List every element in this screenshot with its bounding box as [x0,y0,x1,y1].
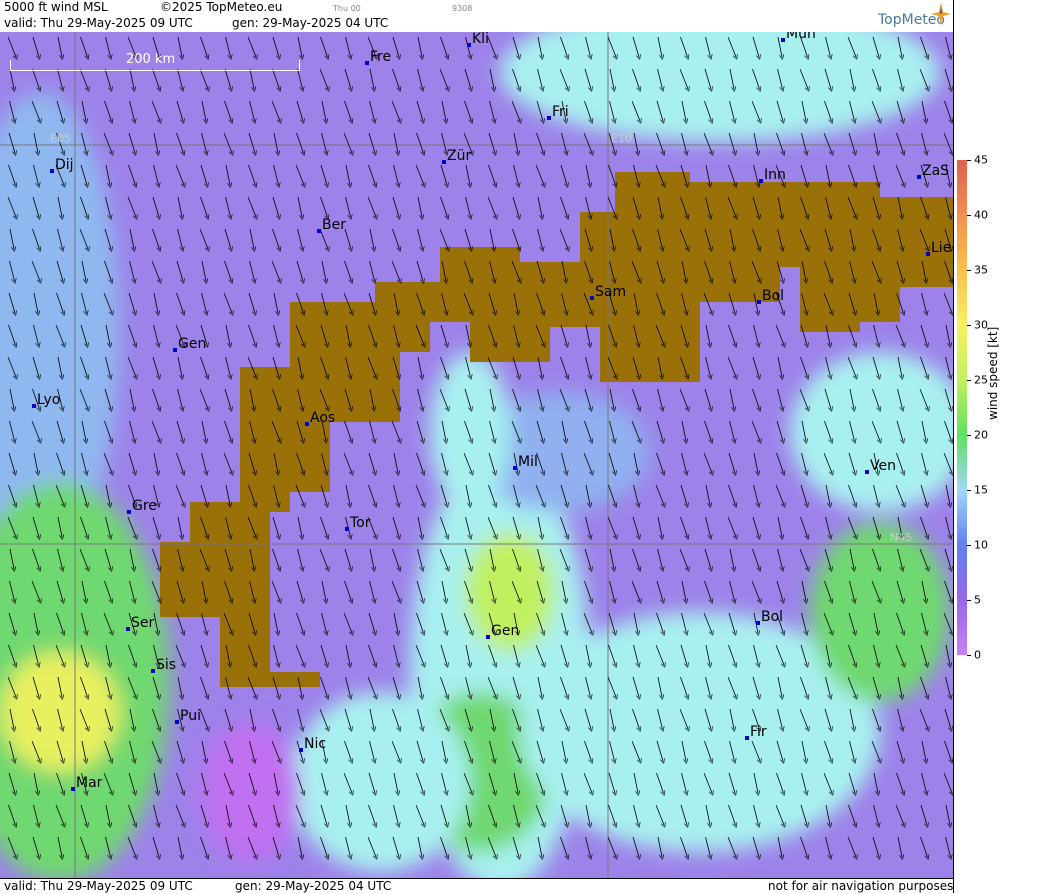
copyright: ©2025 TopMeteo.eu [160,0,283,14]
city-label[interactable]: Inn [759,167,786,183]
footer-note: not for air navigation purposes [768,879,954,893]
city-label[interactable]: Fir [745,724,767,740]
legend-tick-label: 20 [974,428,988,442]
legend-tick-label: 40 [974,208,988,222]
valid-time: valid: Thu 29-May-2025 09 UTC [4,16,193,30]
city-label[interactable]: Bol [757,288,784,304]
legend-tick-mark [967,325,971,326]
legend-tick-mark [967,160,971,161]
city-label[interactable]: Fri [547,104,569,120]
city-label[interactable]: Ser [126,615,154,631]
city-label[interactable]: Zür [442,148,471,164]
legend-tick-mark [967,490,971,491]
header-bar: 5000 ft wind MSL ©2025 TopMeteo.eu Thu 0… [0,0,953,33]
city-label[interactable]: Dij [50,157,74,173]
generated-time: gen: 29-May-2025 04 UTC [232,16,389,30]
small-label-2: 9308 [452,4,473,13]
city-label[interactable]: Mar [71,775,102,791]
city-label[interactable]: Bol [756,609,783,625]
city-label[interactable]: Lyo [32,392,60,408]
city-label[interactable]: Nic [299,736,326,752]
city-label[interactable]: Sis [151,657,176,673]
city-label[interactable]: Kli [467,32,489,47]
legend-tick-mark [967,545,971,546]
city-label[interactable]: Gen [486,623,519,639]
city-label[interactable]: Sam [590,284,626,300]
legend-tick-label: 45 [974,153,988,167]
grid-label-e10: E10 [611,132,632,145]
legend-tick-mark [967,655,971,656]
compass-logo-icon [931,2,951,26]
legend-tick-mark [967,270,971,271]
city-label[interactable]: Mün [781,32,816,42]
grid-label-e05: E05 [50,132,71,145]
legend-panel: 45 40 35 30 25 20 15 10 5 0 wind speed [kt] [953,0,1045,893]
footer-bar: valid: Thu 29-May-2025 09 UTC gen: 29-Ma… [0,878,953,894]
legend-tick-mark [967,380,971,381]
city-label[interactable]: Ven [865,458,896,474]
map-title: 5000 ft wind MSL [4,0,108,14]
legend-tick-mark [967,435,971,436]
scale-label: 200 km [126,52,176,67]
legend-tick-label: 5 [974,593,981,607]
grid-label-n45: N45 [890,531,913,544]
legend-tick-label: 15 [974,483,988,497]
city-label[interactable]: Pui [175,708,201,724]
legend-tick-mark [967,215,971,216]
city-label[interactable]: Fre [365,49,391,65]
city-label[interactable]: Aos [305,410,335,426]
city-label[interactable]: Gen [173,336,206,352]
color-bar [957,160,967,655]
city-label[interactable]: Mil [513,454,538,470]
footer-valid: valid: Thu 29-May-2025 09 UTC [4,879,193,893]
small-label-1: Thu 00 [333,4,361,13]
legend-tick-label: 10 [974,538,988,552]
city-label[interactable]: Tor [345,515,371,531]
wind-map[interactable]: 200 km E05 E10 N45 Fre Kli Mün Fri Dij Z… [0,32,953,878]
city-label[interactable]: Ber [317,217,346,233]
city-label[interactable]: Lie [926,240,951,256]
legend-tick-label: 35 [974,263,988,277]
footer-gen: gen: 29-May-2025 04 UTC [235,879,392,893]
legend-tick-mark [967,600,971,601]
city-label[interactable]: Gre [127,498,157,514]
legend-tick-label: 0 [974,648,981,662]
legend-axis-label: wind speed [kt] [986,326,1000,420]
wind-field-svg [0,32,953,878]
city-label[interactable]: ZaS [917,163,949,179]
